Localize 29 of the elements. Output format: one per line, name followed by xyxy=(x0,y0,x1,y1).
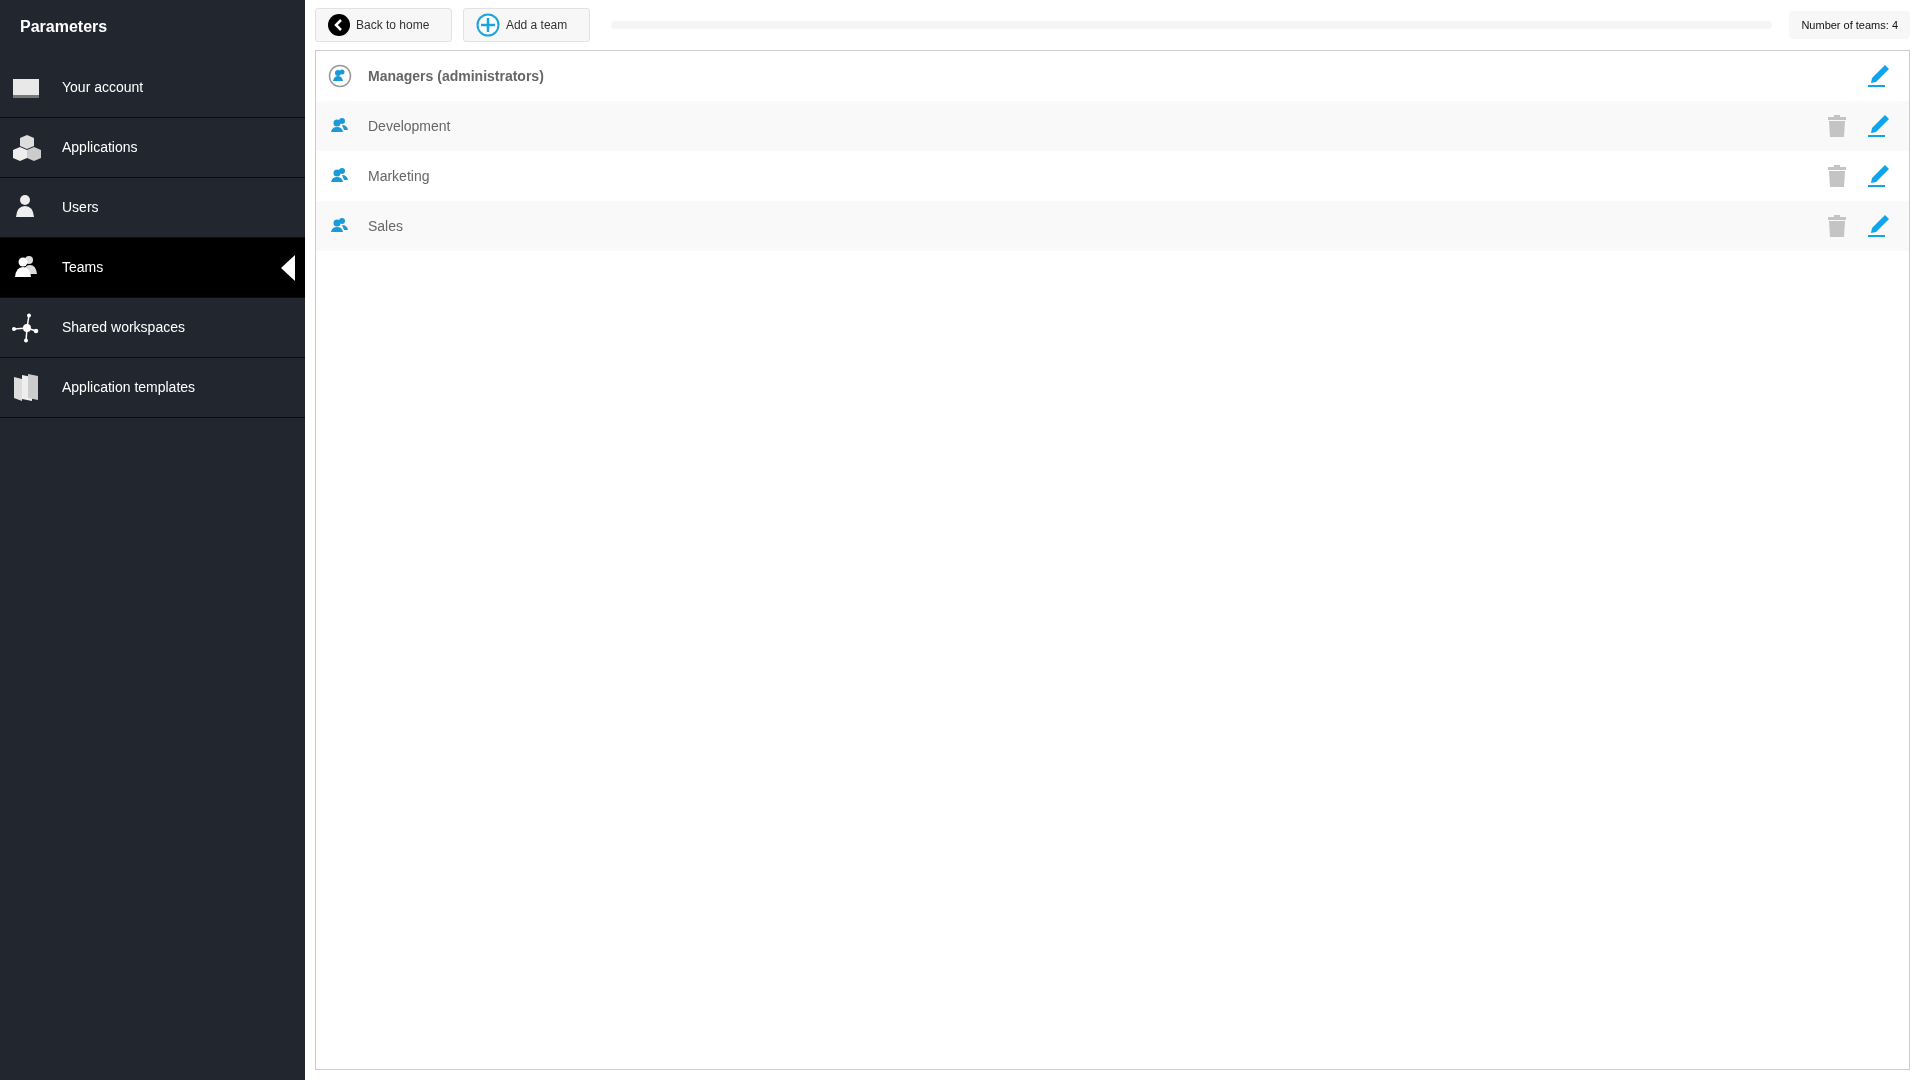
back-icon xyxy=(328,14,350,36)
team-name: Sales xyxy=(368,216,405,236)
team-row[interactable]: Development xyxy=(316,101,1909,151)
delete-icon[interactable] xyxy=(1827,114,1847,138)
team-name: Managers (administrators) xyxy=(368,66,545,86)
add-icon xyxy=(475,13,500,37)
team-name: Development xyxy=(368,116,452,136)
cubes-icon xyxy=(10,132,44,163)
delete-icon[interactable] xyxy=(1827,214,1847,238)
toolbar-button[interactable]: Add a team xyxy=(462,8,591,42)
edit-icon[interactable] xyxy=(1868,214,1890,238)
team-count: Number of teams: 4 xyxy=(1789,10,1910,40)
edit-icon[interactable] xyxy=(1868,64,1890,88)
sidebar-item[interactable]: Your account xyxy=(0,58,305,118)
sidebar-item[interactable]: Application templates xyxy=(0,358,305,418)
sidebar-item[interactable]: Shared workspaces xyxy=(0,298,305,358)
sidebar-item[interactable]: Applications xyxy=(0,118,305,178)
team-row[interactable]: Managers (administrators) xyxy=(316,51,1909,101)
team-row[interactable]: Marketing xyxy=(316,151,1909,201)
edit-icon[interactable] xyxy=(1868,114,1890,138)
sidebar-item[interactable]: Teams xyxy=(0,238,305,298)
selection-arrow-icon xyxy=(281,255,295,281)
admin-team-icon xyxy=(328,64,352,88)
team-row[interactable]: Sales xyxy=(316,201,1909,251)
team-name: Marketing xyxy=(368,166,431,186)
edit-icon[interactable] xyxy=(1868,164,1890,188)
delete-icon[interactable] xyxy=(1827,164,1847,188)
sidebar-title: Parameters xyxy=(19,17,109,37)
toolbar-button[interactable]: Back to home xyxy=(315,8,453,42)
